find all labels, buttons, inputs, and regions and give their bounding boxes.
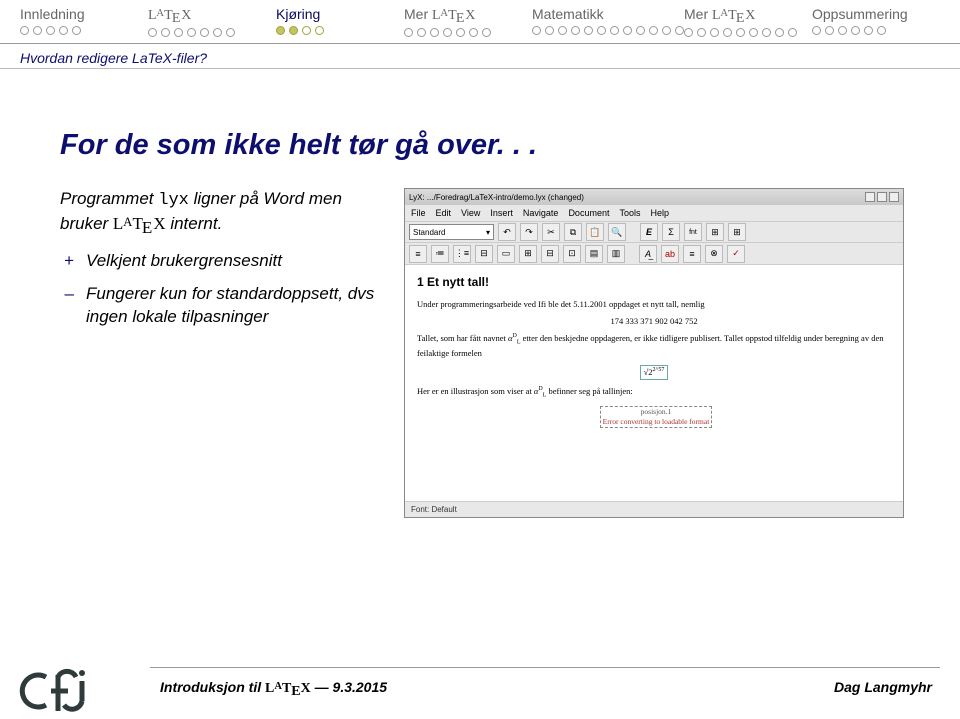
depth-inc-icon[interactable]: ▭ [497, 245, 515, 263]
nav-tab-matematikk[interactable]: Matematikk [532, 6, 684, 37]
noun-icon[interactable]: ab [661, 245, 679, 263]
progress-dots [684, 28, 797, 37]
program-name: lyx [158, 191, 189, 210]
bullet-marker: – [60, 283, 74, 329]
nav-label: LATEX [148, 6, 191, 24]
lyx-window-title: LyX: .../Foredrag/LaTeX-intro/demo.lyx (… [409, 193, 584, 202]
menu-insert[interactable]: Insert [490, 208, 513, 218]
lyx-toolbar-2: ≡ ≔ ⋮≡ ⊟ ▭ ⊞ ⊟ ⊡ ▤ ▥ A͟ ab ≡ ⊗ [405, 243, 903, 265]
nav-tab-innledning[interactable]: Innledning [20, 6, 148, 37]
section-nav: Innledning LATEX Kjøring Mer LATEX Matem… [0, 0, 960, 39]
slide-body: For de som ikke helt tør gå over. . . Pr… [0, 69, 960, 719]
menu-file[interactable]: File [411, 208, 426, 218]
find-icon[interactable]: 🔍 [608, 223, 626, 241]
box4-icon[interactable]: ▤ [585, 245, 603, 263]
bullet-minus: – Fungerer kun for standardoppsett, dvs … [60, 283, 380, 329]
subsection-title: Hvordan redigere LaTeX-filer? [0, 44, 960, 68]
nav-tab-merlatex1[interactable]: Mer LATEX [404, 6, 532, 37]
progress-dots [532, 26, 684, 35]
nav-label: Innledning [20, 6, 85, 22]
redo-icon[interactable]: ↷ [520, 223, 538, 241]
spellcheck-icon[interactable]: ✓ [727, 245, 745, 263]
depth-dec-icon[interactable]: ⊟ [475, 245, 493, 263]
maximize-icon[interactable] [877, 192, 887, 202]
nav-label: Kjøring [276, 6, 320, 22]
doc-p2: Tallet, som har fått navnet αDL etter de… [417, 333, 891, 359]
lyx-screenshot: LyX: .../Foredrag/LaTeX-intro/demo.lyx (… [404, 188, 904, 518]
emph2-icon[interactable]: A͟ [639, 245, 657, 263]
menu-view[interactable]: View [461, 208, 480, 218]
nav-label: Matematikk [532, 6, 604, 22]
lyx-statusbar: Font: Default [405, 501, 903, 517]
undo-icon[interactable]: ↶ [498, 223, 516, 241]
box3-icon[interactable]: ⊡ [563, 245, 581, 263]
progress-dots [812, 26, 886, 35]
progress-dots [20, 26, 81, 35]
figure-icon[interactable]: ⊞ [728, 223, 746, 241]
doc-formula: √22^57 [417, 365, 891, 380]
nav-tab-latex[interactable]: LATEX [148, 6, 276, 37]
progress-dots [148, 28, 235, 37]
menu-navigate[interactable]: Navigate [523, 208, 559, 218]
align-icon[interactable]: ≡ [683, 245, 701, 263]
nav-label: Mer LATEX [684, 6, 755, 24]
box5-icon[interactable]: ▥ [607, 245, 625, 263]
menu-edit[interactable]: Edit [436, 208, 452, 218]
right-column: LyX: .../Foredrag/LaTeX-intro/demo.lyx (… [404, 188, 910, 518]
nav-tab-oppsummering[interactable]: Oppsummering [812, 6, 940, 37]
nav-label: Mer LATEX [404, 6, 475, 24]
status-font: Font: Default [411, 505, 457, 514]
progress-dots [276, 26, 324, 35]
doc-heading: 1 Et nytt tall! [417, 275, 891, 289]
bullet-text: Fungerer kun for standardoppsett, dvs in… [86, 283, 380, 329]
list-bullet-icon[interactable]: ≔ [431, 245, 449, 263]
bullet-marker: + [60, 250, 74, 273]
intro-paragraph: Programmet lyx ligner på Word men bruker… [60, 188, 380, 236]
menu-document[interactable]: Document [568, 208, 609, 218]
bullet-plus: + Velkjent brukergrensesnitt [60, 250, 380, 273]
progress-dots [404, 28, 491, 37]
minimize-icon[interactable] [865, 192, 875, 202]
list-desc-icon[interactable]: ⋮≡ [453, 245, 471, 263]
doc-p3: Her er en illustrasjon som viser at αDL … [417, 386, 891, 400]
emph-icon[interactable]: E [640, 223, 658, 241]
menu-help[interactable]: Help [650, 208, 669, 218]
math-icon[interactable]: Σ [662, 223, 680, 241]
divider [150, 667, 940, 668]
nav-tab-merlatex2[interactable]: Mer LATEX [684, 6, 812, 37]
footer-title: Introduksjon til LATEX — 9.3.2015 [160, 679, 387, 697]
doc-figure-placeholder: posisjon.1Error converting to loadable f… [417, 406, 891, 428]
table-icon[interactable]: ⊞ [706, 223, 724, 241]
lyx-menubar: File Edit View Insert Navigate Document … [405, 205, 903, 221]
box-icon[interactable]: ⊞ [519, 245, 537, 263]
nav-label: Oppsummering [812, 6, 908, 22]
menu-tools[interactable]: Tools [619, 208, 640, 218]
box2-icon[interactable]: ⊟ [541, 245, 559, 263]
chevron-down-icon: ▾ [486, 228, 490, 237]
paragraph-style-select[interactable]: Standard▾ [409, 224, 494, 240]
lyx-toolbar-1: Standard▾ ↶ ↷ ✂ ⧉ 📋 🔍 E Σ fnt ⊞ ⊞ [405, 221, 903, 243]
left-column: Programmet lyx ligner på Word men bruker… [60, 188, 380, 339]
copy-icon[interactable]: ⧉ [564, 223, 582, 241]
doc-p1: Under programmeringsarbeide ved Ifi ble … [417, 299, 891, 310]
misc-icon[interactable]: ⊗ [705, 245, 723, 263]
paste-icon[interactable]: 📋 [586, 223, 604, 241]
doc-number: 174 333 371 902 042 752 [417, 316, 891, 327]
slide-footer: Introduksjon til LATEX — 9.3.2015 Dag La… [0, 659, 960, 719]
lyx-document-area[interactable]: 1 Et nytt tall! Under programmeringsarbe… [405, 265, 903, 501]
footer-author: Dag Langmyhr [834, 679, 932, 695]
slide-title: For de som ikke helt tør gå over. . . [60, 129, 910, 162]
list-numbered-icon[interactable]: ≡ [409, 245, 427, 263]
close-icon[interactable] [889, 192, 899, 202]
lyx-window-titlebar: LyX: .../Foredrag/LaTeX-intro/demo.lyx (… [405, 189, 903, 205]
font-icon[interactable]: fnt [684, 223, 702, 241]
ifi-logo [18, 665, 128, 713]
nav-tab-kjoring[interactable]: Kjøring [276, 6, 404, 37]
bullet-text: Velkjent brukergrensesnitt [86, 250, 282, 273]
cut-icon[interactable]: ✂ [542, 223, 560, 241]
